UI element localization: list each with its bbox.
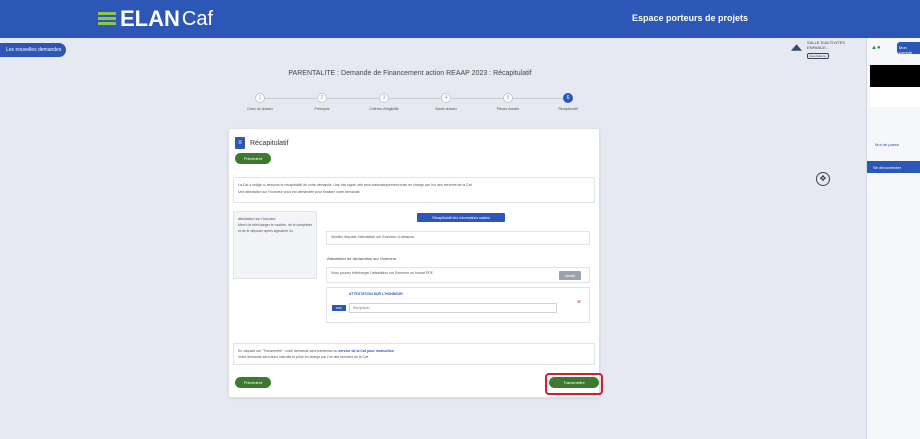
note-body: Merci de télécharger le modèle, de le co… — [238, 223, 312, 233]
step-dot: 2 — [317, 93, 327, 103]
notification-icons[interactable]: ▲● — [871, 45, 881, 51]
account-details — [870, 87, 920, 107]
step-5[interactable]: 5 Pièces dossier — [478, 93, 538, 111]
footer-info: En cliquant sur "Transmettre", votre dem… — [233, 343, 595, 365]
move-icon[interactable]: ✥ — [816, 172, 830, 186]
footer-highlight: service de la Caf pour instruction — [338, 349, 394, 353]
side-panel: ▲● Mon compte Mot de passe Se déconnecte… — [866, 38, 920, 439]
step-dot: 6 — [563, 93, 573, 103]
upload-hint: Vous pouvez télécharger l'attestation su… — [326, 267, 590, 283]
info-line-1: La Caf a rédigé ci-dessous le récapitula… — [238, 183, 473, 187]
upload-button[interactable]: Ajouter — [559, 271, 581, 280]
submit-highlight-frame — [545, 373, 603, 395]
user-badge: Associations — [807, 53, 830, 59]
step-6[interactable]: 6 Récapitulatif — [538, 93, 598, 111]
footer-text: En cliquant sur "Transmettre", votre dem… — [238, 349, 338, 353]
file-title[interactable]: ATTESTATION SUR L'HONNEUR — [349, 292, 403, 296]
step-1[interactable]: 1 Choix du dossier — [230, 93, 290, 111]
attestation-note: Attestation sur l'honneur Merci de téléc… — [233, 211, 317, 279]
step-dot: 1 — [255, 93, 265, 103]
step-2[interactable]: 2 Prérequis — [292, 93, 352, 111]
file-row: ATTESTATION SUR L'HONNEUR PDF Remplacer … — [326, 287, 590, 323]
redacted-block — [870, 65, 920, 87]
user-avatar-icon — [790, 44, 803, 51]
my-account-button[interactable]: Mon compte — [897, 42, 920, 55]
step-label: Récapitulatif — [558, 107, 578, 111]
download-hint: Veuillez déposer l'attestation sur l'hon… — [326, 231, 590, 245]
step-label: Saisie dossier — [435, 107, 457, 111]
logo-sub: Caf — [181, 7, 214, 30]
logo-main: ELAN — [120, 6, 180, 31]
step-3[interactable]: 3 Critères d'éligibilité — [354, 93, 414, 111]
info-line-2: Une attestation sur l'honneur vous est d… — [238, 190, 361, 194]
document-icon: ≡ — [235, 137, 245, 149]
step-dot: 5 — [503, 93, 513, 103]
step-dot: 3 — [379, 93, 389, 103]
new-requests-button[interactable]: Les nouvelles demandes — [0, 43, 66, 57]
user-box[interactable]: SALLE D'ACTIVITES ENFANCE... Association… — [790, 40, 864, 62]
info-box: La Caf a rédigé ci-dessous le récapitula… — [233, 177, 595, 203]
section-label: Attestation de déclaration sur l'honneur — [327, 256, 397, 261]
step-4[interactable]: 4 Saisie dossier — [416, 93, 476, 111]
step-dot: 4 — [441, 93, 451, 103]
step-label: Prérequis — [314, 107, 330, 111]
previous-button-bottom[interactable]: Précédent — [235, 377, 271, 388]
step-label: Critères d'éligibilité — [369, 107, 399, 111]
file-type-badge: PDF — [332, 305, 346, 311]
step-label: Pièces dossier — [496, 107, 520, 111]
step-label: Choix du dossier — [246, 107, 274, 111]
status-icon: ● — [876, 45, 881, 51]
page-title: PARENTALITE : Demande de Financement act… — [288, 70, 532, 77]
footer-line-2: Votre demande sera alors instruite et pr… — [238, 355, 370, 359]
password-link[interactable]: Mot de passe — [875, 142, 899, 147]
user-name: SALLE D'ACTIVITES ENFANCE... — [807, 40, 845, 50]
previous-button-top[interactable]: Précédent — [235, 153, 271, 164]
disconnect-button[interactable]: Se déconnecter — [867, 161, 920, 173]
card-header: ≡ Récapitulatif — [235, 137, 289, 149]
stepper: 1 Choix du dossier 2 Prérequis 3 Critère… — [228, 90, 600, 120]
logo-bars-icon — [98, 12, 116, 26]
download-recap-button[interactable]: Récapitulatif des informations saisies — [417, 213, 505, 222]
space-title: Espace porteurs de projets — [632, 13, 749, 23]
logo[interactable]: ELAN Caf — [98, 4, 213, 34]
file-input[interactable]: Remplacer — [349, 303, 557, 313]
card-title: Récapitulatif — [250, 139, 289, 147]
recap-card: ≡ Récapitulatif Précédent La Caf a rédig… — [228, 128, 603, 398]
delete-icon[interactable]: × — [577, 299, 581, 306]
top-bar: ELAN Caf Espace porteurs de projets — [0, 0, 920, 38]
